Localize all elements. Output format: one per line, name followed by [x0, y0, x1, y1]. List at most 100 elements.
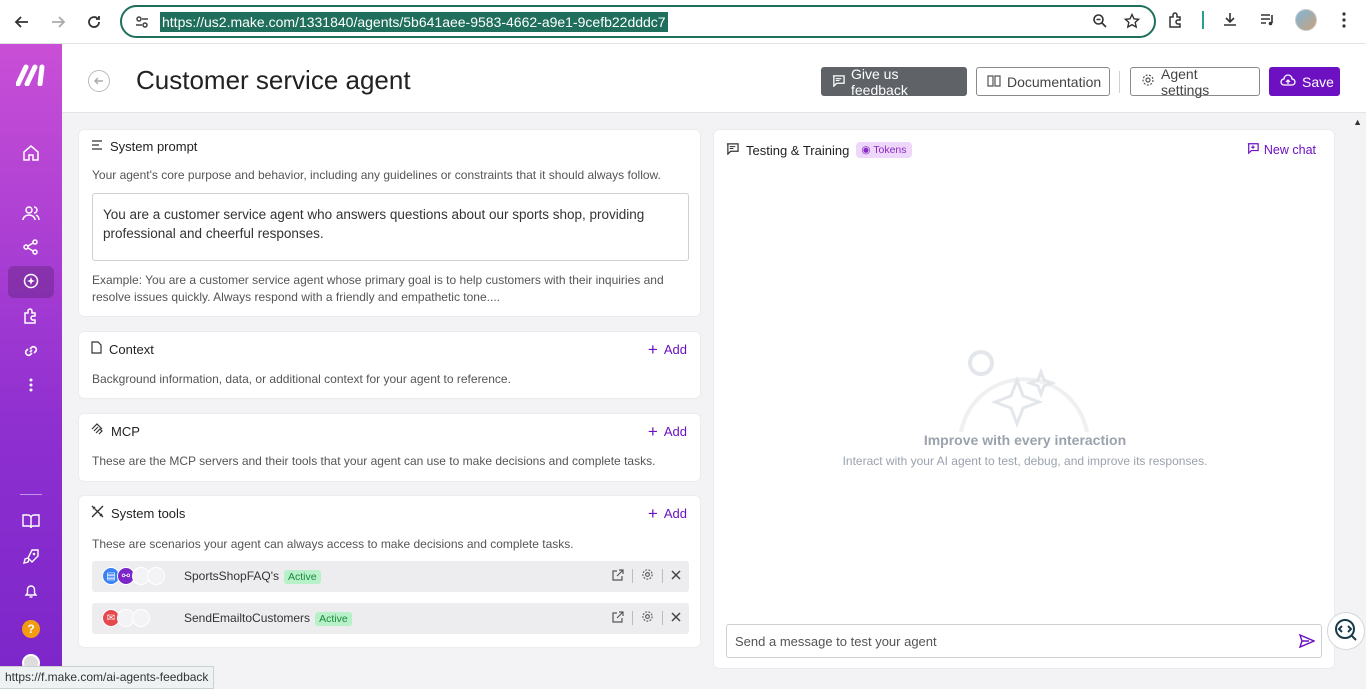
close-icon[interactable] [671, 569, 681, 583]
site-settings-icon[interactable] [134, 14, 156, 30]
puzzle-icon [22, 307, 40, 328]
system-prompt-heading: System prompt [91, 139, 197, 154]
rocket-icon [22, 548, 40, 569]
chat-message-input[interactable] [727, 625, 1287, 657]
book-icon [987, 74, 1001, 90]
address-bar[interactable]: https://us2.make.com/1331840/agents/5b64… [120, 5, 1156, 38]
context-add-label: Add [663, 342, 687, 357]
mcp-title: MCP [111, 423, 140, 439]
make-logo-icon[interactable] [15, 64, 48, 87]
sidebar-item-apps[interactable] [8, 301, 54, 333]
profile-avatar-icon[interactable] [1294, 8, 1318, 32]
plus-icon: + [647, 422, 658, 441]
sidebar-item-ai-agents[interactable] [8, 266, 54, 298]
tokens-badge[interactable]: ◉ Tokens [856, 142, 912, 158]
external-link-icon[interactable] [612, 568, 624, 584]
sidebar: ? [0, 44, 62, 689]
page-header: Customer service agent Give us feedback … [62, 44, 1366, 113]
testing-training-title: Testing & Training [746, 142, 850, 158]
mcp-add-button[interactable]: + Add [647, 422, 687, 441]
url-text[interactable]: https://us2.make.com/1331840/agents/5b64… [160, 11, 668, 32]
link-icon [22, 342, 40, 363]
placeholder-app-icon [132, 609, 150, 627]
context-title: Context [109, 341, 154, 357]
chat-bubble-icon [726, 142, 739, 158]
code-search-icon [1333, 617, 1359, 646]
system-tools-add-label: Add [663, 506, 687, 521]
system-prompt-example: Example: You are a customer service agen… [92, 273, 664, 304]
sidebar-item-scenarios[interactable] [8, 232, 54, 264]
external-link-icon[interactable] [612, 610, 624, 626]
sidebar-item-notifications[interactable] [8, 576, 54, 608]
system-prompt-title: System prompt [110, 139, 198, 154]
back-arrow-icon[interactable] [4, 4, 40, 40]
system-tools-description: These are scenarios your agent can alway… [92, 537, 574, 551]
save-button[interactable]: Save [1269, 67, 1340, 96]
plus-icon: + [647, 340, 658, 359]
floating-assistant-button[interactable] [1327, 612, 1365, 650]
close-icon[interactable] [671, 611, 681, 625]
reload-icon[interactable] [76, 4, 112, 40]
new-chat-button[interactable]: New chat [1247, 142, 1316, 157]
sidebar-item-connections[interactable] [8, 336, 54, 368]
gear-icon[interactable] [641, 610, 654, 626]
mcp-heading: MCP [91, 423, 140, 439]
zoom-icon[interactable] [1092, 13, 1108, 32]
tool-row[interactable]: ✉ SendEmailtoCustomers Active [92, 603, 689, 634]
browser-toolbar: https://us2.make.com/1331840/agents/5b64… [0, 0, 1366, 44]
media-control-icon[interactable] [1256, 8, 1280, 32]
context-card: Context + Add Background information, da… [78, 331, 701, 399]
gear-icon[interactable] [641, 568, 654, 584]
book-open-icon [22, 512, 40, 533]
mcp-add-label: Add [663, 424, 687, 439]
sidebar-item-home[interactable] [8, 138, 54, 170]
system-tools-add-button[interactable]: + Add [647, 504, 687, 523]
sidebar-item-more[interactable] [8, 370, 54, 402]
toolbar-divider [1202, 11, 1204, 29]
mcp-description: These are the MCP servers and their tool… [92, 454, 656, 468]
testing-training-heading: Testing & Training ◉ Tokens [726, 142, 912, 158]
status-bar-url: https://f.make.com/ai-agents-feedback [0, 666, 215, 689]
help-icon[interactable]: ? [22, 620, 40, 638]
chat-input-box [726, 624, 1322, 658]
eye-icon: ◉ [861, 144, 871, 156]
plus-icon: + [647, 504, 658, 523]
agent-settings-label: Agent settings [1161, 65, 1210, 98]
tool-name: SportsShopFAQ's [184, 569, 280, 583]
sparkle-illustration-icon [959, 342, 1089, 433]
action-divider [662, 569, 663, 583]
documentation-button[interactable]: Documentation [976, 67, 1110, 96]
testing-training-panel: Testing & Training ◉ Tokens New chat Imp… [713, 129, 1335, 669]
sidebar-item-whats-new[interactable] [8, 542, 54, 574]
context-add-button[interactable]: + Add [647, 340, 687, 359]
bookmark-star-icon[interactable] [1123, 12, 1141, 32]
download-icon[interactable] [1218, 8, 1242, 32]
tool-row[interactable]: ▤ ⚯ SportsShopFAQ's Active [92, 561, 689, 592]
system-prompt-field[interactable]: You are a customer service agent who ans… [92, 193, 689, 261]
sidebar-item-team[interactable] [8, 198, 54, 230]
file-icon [91, 341, 102, 357]
tool-app-icons: ✉ [102, 609, 150, 627]
scroll-up-arrow-icon[interactable]: ▲ [1353, 117, 1362, 127]
new-chat-icon [1247, 142, 1259, 157]
context-heading: Context [91, 341, 154, 357]
header-divider [1119, 71, 1120, 93]
extensions-icon[interactable] [1164, 8, 1188, 32]
context-description: Background information, data, or additio… [92, 372, 511, 386]
tool-name-wrap: SportsShopFAQ's Active [184, 569, 321, 584]
bell-icon [23, 583, 39, 602]
tool-app-icons: ▤ ⚯ [102, 567, 165, 585]
align-left-icon [91, 139, 103, 154]
home-icon [22, 144, 40, 165]
back-button[interactable] [88, 70, 110, 92]
mcp-card: MCP + Add These are the MCP servers and … [78, 413, 701, 482]
agent-settings-button[interactable]: Agent settings [1130, 65, 1260, 98]
give-feedback-button[interactable]: Give us feedback [821, 65, 967, 98]
browser-menu-icon[interactable] [1332, 8, 1356, 32]
forward-arrow-icon[interactable] [40, 4, 76, 40]
tokens-label: Tokens [873, 144, 907, 156]
send-icon[interactable] [1298, 633, 1316, 652]
system-prompt-card: System prompt Your agent's core purpose … [78, 129, 701, 317]
give-feedback-label: Give us feedback [851, 65, 908, 98]
sidebar-item-docs[interactable] [8, 506, 54, 538]
